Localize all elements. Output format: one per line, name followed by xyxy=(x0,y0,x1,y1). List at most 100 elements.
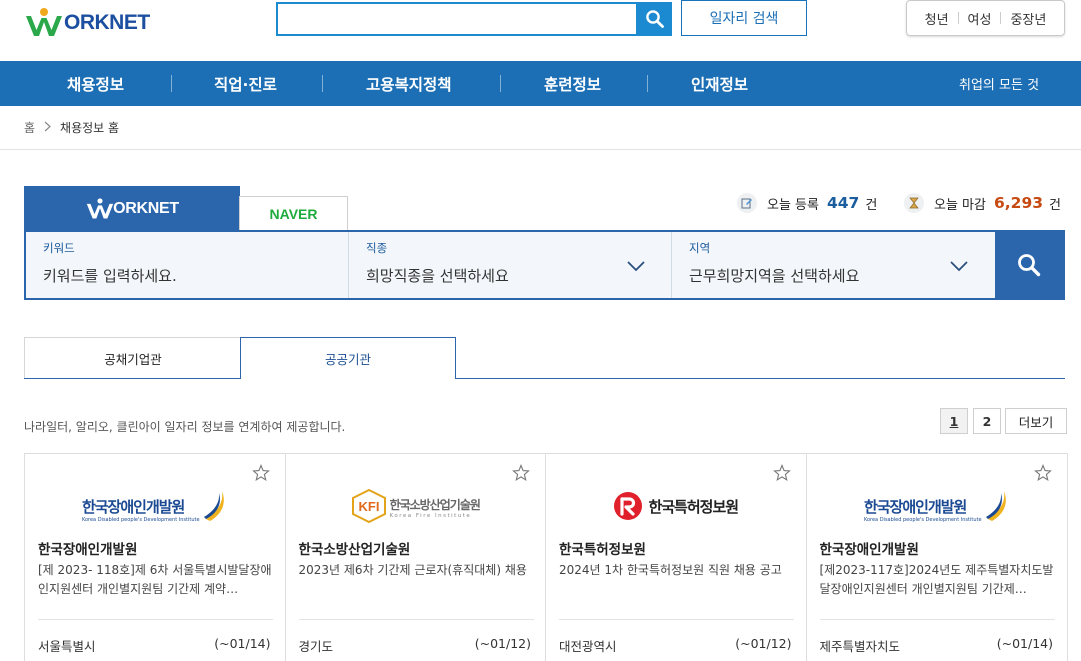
job-search-button[interactable]: 일자리 검색 xyxy=(681,0,807,36)
job-title[interactable]: [제2023-117호]2024년도 제주특별자치도발달장애인지원센터 개인별지… xyxy=(820,561,1057,599)
persona-separator xyxy=(957,12,959,24)
search-button[interactable] xyxy=(637,2,672,36)
search-icon xyxy=(645,10,664,28)
tab-underline xyxy=(24,378,241,379)
persona-links: 청년 여성 중장년 xyxy=(906,0,1065,36)
job-title[interactable]: 2024년 1차 한국특허정보원 직원 채용 공고 xyxy=(559,561,796,599)
search-icon xyxy=(1018,254,1041,277)
nav-separator xyxy=(171,75,172,92)
job-region: 대전광역시 xyxy=(559,639,617,654)
top-header: ORKNET 일자리 검색 청년 여성 중장년 xyxy=(0,0,1081,61)
tab-naver[interactable]: NAVER xyxy=(239,196,348,231)
worknet-logo[interactable]: ORKNET xyxy=(24,3,164,43)
tab-worknet[interactable]: ORKNET xyxy=(24,186,240,231)
today-registered-unit: 건 xyxy=(865,197,878,213)
job-region: 경기도 xyxy=(298,639,334,654)
page-button-1[interactable]: 1 xyxy=(940,408,968,434)
region-select[interactable]: 지역 근무희망지역을 선택하세요 xyxy=(672,232,995,298)
edit-icon xyxy=(737,193,757,213)
job-card[interactable]: 한국장애인개발원 Korea Disabled people's Develop… xyxy=(807,454,1068,661)
chevron-right-icon xyxy=(44,121,51,135)
worknet-w-icon xyxy=(26,8,62,36)
org-logo-text: 한국장애인개발원 xyxy=(863,498,967,516)
org-logo: 한국장애인개발원 Korea Disabled people's Develop… xyxy=(807,484,1068,528)
today-closing-label: 오늘 마감 xyxy=(934,197,986,213)
job-type-value: 희망직종을 선택하세요 xyxy=(366,267,509,285)
chevron-down-icon xyxy=(950,261,968,272)
tab-open-recruitment[interactable]: 공채기업관 xyxy=(24,337,241,379)
job-region: 서울특별시 xyxy=(38,639,96,654)
chevron-down-icon xyxy=(627,261,645,272)
nav-item-training[interactable]: 훈련정보 xyxy=(544,61,601,106)
job-title[interactable]: 2023년 제6차 기간제 근로자(휴직대체) 채용 xyxy=(299,561,536,599)
nav-item-jobs[interactable]: 채용정보 xyxy=(67,61,124,106)
card-divider xyxy=(559,619,794,620)
persona-separator xyxy=(1000,12,1002,24)
persona-women[interactable]: 여성 xyxy=(968,9,992,28)
job-deadline: (~01/14) xyxy=(214,636,271,651)
nav-all-about-jobs[interactable]: 취업의 모든 것 xyxy=(959,61,1039,106)
tab-public-institutions[interactable]: 공공기관 xyxy=(240,337,456,379)
org-logo: KFI 한국소방산업기술원 Korea Fire Institute xyxy=(286,484,546,528)
tab-worknet-label: ORKNET xyxy=(113,199,179,217)
today-registered-count[interactable]: 447 xyxy=(827,194,859,212)
job-search-panel: 키워드 키워드를 입력하세요. 직종 희망직종을 선택하세요 지역 근무희망지역… xyxy=(24,230,1065,300)
job-search-submit-button[interactable] xyxy=(995,232,1063,298)
org-logo-subtext: Korea Disabled people's Development Inst… xyxy=(81,517,200,523)
job-title[interactable]: [제 2023- 118호]제 6차 서울특별시발달장애인지원센터 개인별지원팀… xyxy=(38,561,275,599)
persona-middle-aged[interactable]: 중장년 xyxy=(1010,9,1046,28)
org-name[interactable]: 한국장애인개발원 xyxy=(38,538,137,558)
keyword-input[interactable]: 키워드를 입력하세요. xyxy=(43,265,177,286)
swoosh-logo-icon xyxy=(985,491,1006,521)
job-card[interactable]: 한국특허정보원 한국특허정보원 2024년 1차 한국특허정보원 직원 채용 공… xyxy=(546,454,807,661)
region-value: 근무희망지역을 선택하세요 xyxy=(689,267,860,285)
nav-item-welfare[interactable]: 고용복지정책 xyxy=(366,61,452,106)
today-registered-stat: 오늘 등록 447 건 xyxy=(737,190,877,216)
today-registered-label: 오늘 등록 xyxy=(767,197,819,213)
org-logo-text: 한국장애인개발원 xyxy=(81,498,185,516)
job-type-select[interactable]: 직종 희망직종을 선택하세요 xyxy=(349,232,671,298)
more-button[interactable]: 더보기 xyxy=(1005,408,1067,434)
persona-youth[interactable]: 청년 xyxy=(925,9,949,28)
keyword-field[interactable]: 키워드 키워드를 입력하세요. xyxy=(26,232,348,298)
nav-separator xyxy=(322,75,323,92)
star-icon[interactable] xyxy=(251,464,270,482)
nav-separator xyxy=(500,75,501,92)
breadcrumb-home[interactable]: 홈 xyxy=(24,119,35,136)
logo-text: ORKNET xyxy=(64,11,150,34)
org-logo-subtext: Korea Fire Institute xyxy=(389,512,472,519)
star-icon[interactable] xyxy=(512,464,530,482)
today-closing-stat: 오늘 마감 6,293 건 xyxy=(904,190,1061,216)
org-name[interactable]: 한국장애인개발원 xyxy=(820,538,919,558)
job-type-label: 직종 xyxy=(366,241,388,255)
nav-item-career[interactable]: 직업·진로 xyxy=(214,61,277,106)
breadcrumb-current: 채용정보 홈 xyxy=(60,121,120,135)
job-card[interactable]: 한국장애인개발원 Korea Disabled people's Develop… xyxy=(25,454,286,661)
job-deadline: (~01/12) xyxy=(474,636,531,651)
worknet-w-icon xyxy=(86,197,114,219)
pagination: 1 2 xyxy=(940,408,1001,434)
star-icon[interactable] xyxy=(772,464,791,482)
job-deadline: (~01/12) xyxy=(735,636,792,651)
today-closing-unit: 건 xyxy=(1049,197,1061,213)
keyword-label: 키워드 xyxy=(43,241,75,255)
main-nav: 채용정보 직업·진로 고용복지정책 훈련정보 인재정보 취업의 모든 것 xyxy=(0,61,1081,106)
nav-item-talent[interactable]: 인재정보 xyxy=(691,61,748,106)
hourglass-icon xyxy=(904,193,924,213)
org-logo-subtext: Korea Disabled people's Development Inst… xyxy=(863,517,982,523)
swoosh-logo-icon xyxy=(203,491,224,521)
kfi-logo-icon: KFI xyxy=(351,489,386,523)
job-card[interactable]: KFI 한국소방산업기술원 Korea Fire Institute 한국소방산… xyxy=(286,454,546,661)
search-input[interactable] xyxy=(276,2,638,36)
org-logo-text: 한국특허정보원 xyxy=(648,497,739,516)
card-divider xyxy=(38,619,273,620)
org-name[interactable]: 한국소방산업기술원 xyxy=(299,538,411,558)
page-button-2[interactable]: 2 xyxy=(973,408,1001,434)
star-icon[interactable] xyxy=(1034,464,1052,482)
breadcrumb-divider xyxy=(0,149,1081,150)
org-logo: 한국특허정보원 xyxy=(546,484,806,528)
kfi-logo-mark: KFI xyxy=(358,499,379,514)
org-name[interactable]: 한국특허정보원 xyxy=(559,538,646,558)
breadcrumb: 홈 채용정보 홈 xyxy=(24,119,119,136)
today-closing-count[interactable]: 6,293 xyxy=(994,194,1043,212)
